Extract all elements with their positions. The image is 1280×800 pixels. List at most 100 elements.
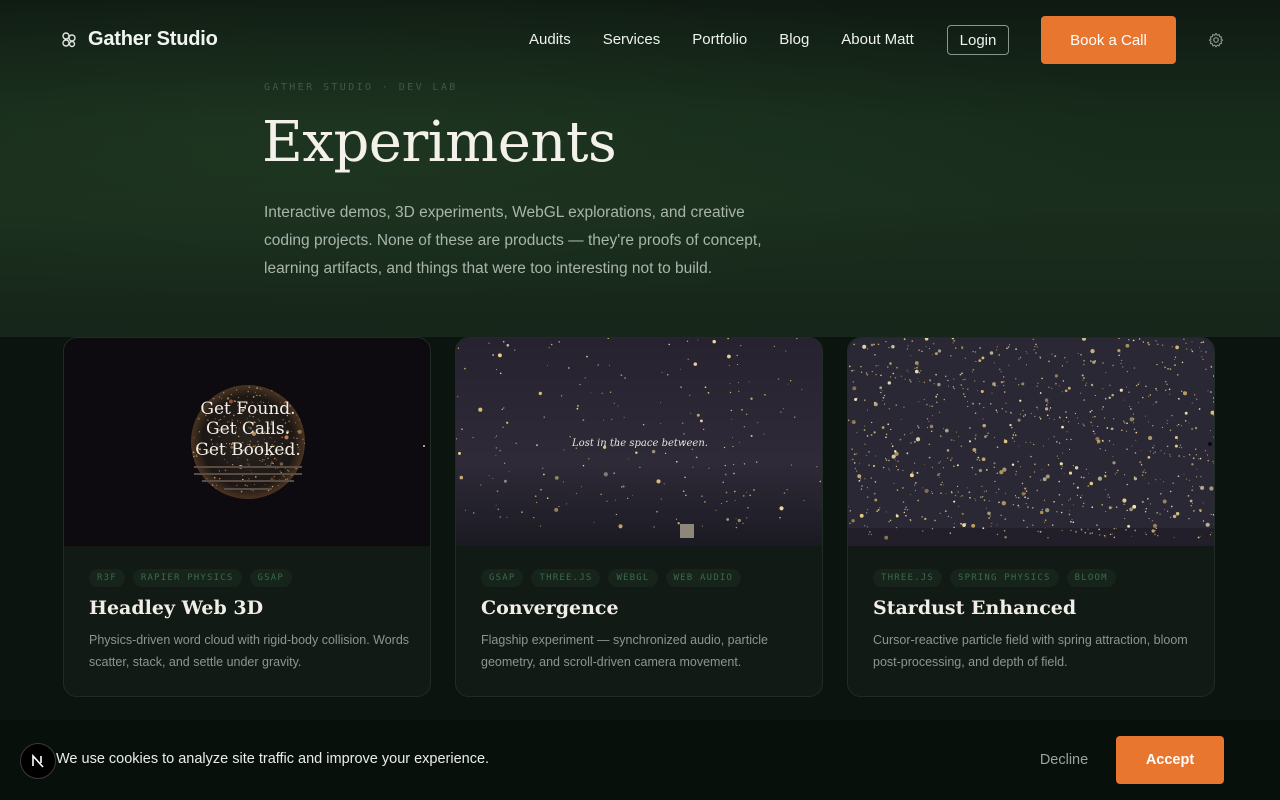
accept-button[interactable]: Accept	[1116, 736, 1224, 784]
particle	[1003, 529, 1006, 532]
particle	[895, 465, 898, 468]
particle	[733, 472, 735, 475]
nav-link-blog[interactable]: Blog	[779, 31, 809, 48]
particle	[724, 464, 726, 467]
particle	[635, 451, 638, 454]
experiment-card-headley[interactable]: Get Found. Get Calls. Get Booked. R3F RA…	[63, 337, 431, 697]
particle	[917, 499, 920, 502]
particle	[218, 477, 221, 480]
particle	[1008, 344, 1011, 346]
login-button[interactable]: Login	[947, 25, 1009, 55]
nextjs-badge[interactable]	[20, 743, 56, 779]
particle	[1024, 487, 1027, 490]
particle	[611, 418, 613, 420]
particle	[1021, 491, 1026, 496]
particle	[779, 506, 784, 511]
particle	[1144, 532, 1146, 534]
particle	[911, 431, 913, 433]
particle	[853, 369, 855, 371]
nav-link-portfolio[interactable]: Portfolio	[692, 31, 747, 48]
particle	[242, 474, 243, 476]
particle	[961, 495, 964, 497]
particle	[906, 348, 909, 350]
gear-icon[interactable]	[1208, 32, 1224, 48]
particle	[1210, 391, 1212, 393]
particle	[1170, 505, 1173, 508]
particle	[1018, 506, 1020, 508]
particle	[906, 369, 908, 371]
particle	[1097, 443, 1099, 445]
particle	[558, 341, 560, 343]
particle	[302, 438, 304, 440]
particle	[270, 462, 273, 465]
particle	[734, 499, 736, 502]
particle	[1102, 388, 1104, 390]
particle	[885, 340, 887, 343]
particle	[1101, 503, 1104, 506]
particle	[1001, 501, 1006, 506]
particle	[852, 381, 854, 383]
particle	[972, 368, 975, 371]
decline-button[interactable]: Decline	[1030, 748, 1098, 772]
particle	[213, 476, 216, 479]
particle	[972, 448, 977, 452]
particle	[720, 503, 722, 505]
book-call-button[interactable]: Book a Call	[1041, 16, 1176, 64]
particle	[1191, 503, 1193, 505]
experiment-card-convergence[interactable]: Lost in the space between. GSAP THREE.JS…	[455, 337, 823, 697]
particle	[1200, 476, 1202, 478]
particle	[293, 437, 295, 439]
particle	[1191, 463, 1194, 466]
particle	[1166, 422, 1168, 424]
particle	[859, 478, 862, 480]
experiment-card-stardust[interactable]: THREE.JS SPRING PHYSICS BLOOM Stardust E…	[847, 337, 1215, 697]
particle	[870, 534, 872, 536]
particle	[653, 526, 655, 528]
particle	[880, 391, 882, 394]
particle	[866, 526, 868, 528]
particle	[939, 472, 941, 474]
particle	[1194, 426, 1198, 430]
particle	[1126, 430, 1128, 432]
particle	[683, 433, 685, 435]
particle	[919, 369, 922, 372]
particle	[1005, 411, 1007, 413]
particle	[248, 464, 250, 466]
particle	[931, 528, 934, 530]
particle	[1147, 435, 1153, 441]
particle	[1089, 481, 1094, 486]
particle	[1037, 408, 1039, 410]
particle	[615, 513, 618, 516]
particle	[1148, 421, 1150, 423]
particle	[273, 463, 275, 465]
particle	[554, 507, 559, 512]
tag: WEB AUDIO	[665, 569, 742, 587]
nav-links: Audits Services Portfolio Blog About Mat…	[529, 31, 946, 48]
particle	[1006, 347, 1008, 350]
particle	[868, 533, 870, 535]
particle	[964, 395, 966, 398]
particle	[560, 395, 563, 397]
particle	[1103, 534, 1106, 537]
particle	[247, 390, 249, 393]
particle	[889, 519, 892, 522]
particle	[1153, 445, 1155, 447]
brand[interactable]: Gather Studio	[60, 28, 218, 51]
nav-link-audits[interactable]: Audits	[529, 31, 571, 48]
nav-link-services[interactable]: Services	[603, 31, 661, 48]
particle	[1067, 386, 1071, 390]
particle	[248, 478, 250, 480]
particle	[1064, 356, 1066, 359]
particle	[1212, 460, 1214, 462]
particle	[1041, 508, 1044, 511]
particle	[971, 523, 976, 528]
nav-link-about[interactable]: About Matt	[841, 31, 914, 48]
particle	[457, 347, 460, 349]
particle	[1020, 466, 1022, 468]
particle	[956, 464, 959, 467]
particle	[1019, 356, 1022, 359]
particle	[1099, 448, 1101, 450]
particle	[967, 405, 969, 408]
particle	[935, 373, 937, 376]
flower-logo-icon	[62, 31, 76, 47]
